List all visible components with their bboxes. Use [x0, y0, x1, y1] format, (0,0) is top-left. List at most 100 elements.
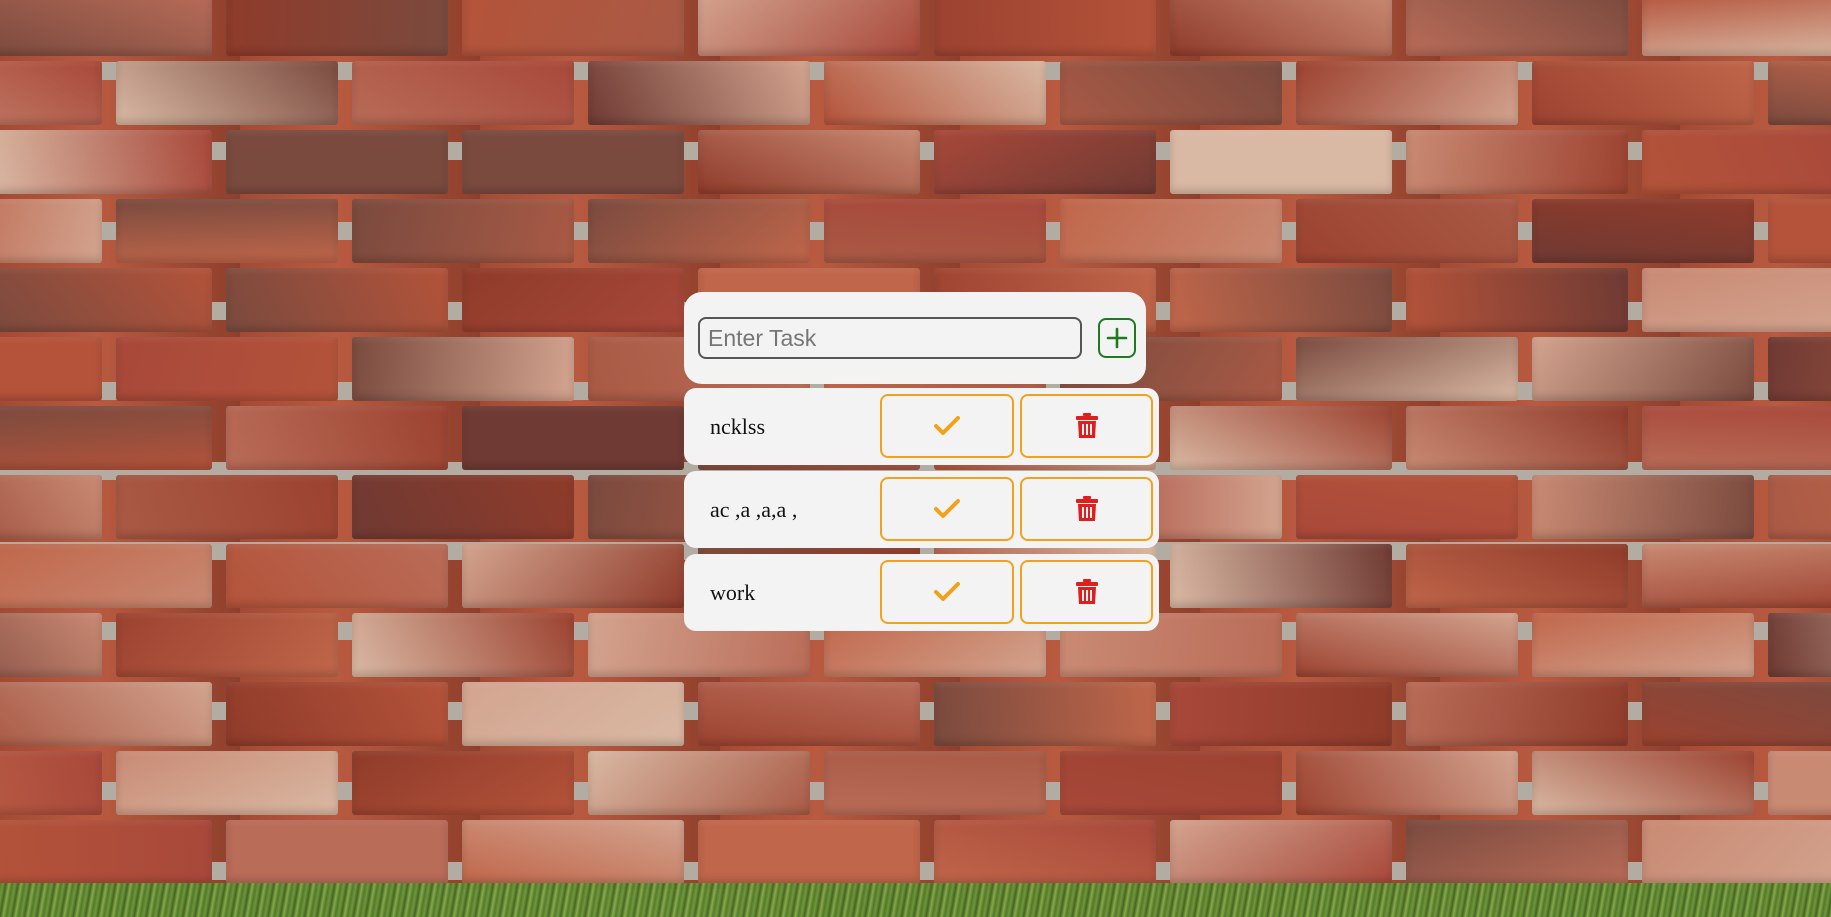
brick-row	[0, 0, 1831, 56]
brick	[1406, 544, 1628, 608]
brick	[698, 682, 920, 746]
brick	[1768, 475, 1831, 539]
brick-row	[0, 820, 1831, 884]
todo-app: ncklss ac ,a ,a,a ,	[684, 292, 1159, 631]
check-icon	[933, 415, 961, 437]
brick	[226, 820, 448, 884]
check-icon	[933, 581, 961, 603]
add-task-button[interactable]	[1098, 318, 1136, 358]
brick	[0, 751, 102, 815]
brick-row	[0, 61, 1831, 125]
brick	[0, 199, 102, 263]
brick	[1170, 406, 1392, 470]
brick	[1296, 751, 1518, 815]
task-item: ncklss	[684, 388, 1159, 465]
brick	[1060, 751, 1282, 815]
brick	[1406, 820, 1628, 884]
trash-icon	[1075, 579, 1098, 605]
task-item: work	[684, 554, 1159, 631]
task-text: ncklss	[710, 414, 765, 439]
complete-task-button[interactable]	[880, 394, 1014, 458]
brick-row	[0, 199, 1831, 263]
brick	[1532, 751, 1754, 815]
check-icon	[933, 498, 961, 520]
brick	[1768, 751, 1831, 815]
brick	[226, 268, 448, 332]
brick	[1296, 613, 1518, 677]
brick	[1406, 268, 1628, 332]
plus-icon	[1106, 327, 1128, 349]
brick	[698, 130, 920, 194]
brick	[462, 268, 684, 332]
brick	[824, 61, 1046, 125]
brick	[824, 751, 1046, 815]
brick	[1768, 61, 1831, 125]
brick	[1296, 61, 1518, 125]
brick	[352, 475, 574, 539]
brick	[0, 0, 212, 56]
task-text: ac ,a ,a,a ,	[710, 497, 798, 522]
brick	[1060, 61, 1282, 125]
brick	[116, 751, 338, 815]
brick	[0, 61, 102, 125]
trash-icon	[1075, 496, 1098, 522]
brick	[1532, 475, 1754, 539]
brick	[588, 199, 810, 263]
brick	[698, 820, 920, 884]
complete-task-button[interactable]	[880, 560, 1014, 624]
brick	[0, 475, 102, 539]
brick	[226, 544, 448, 608]
brick	[116, 337, 338, 401]
brick	[1532, 613, 1754, 677]
brick-row	[0, 682, 1831, 746]
brick	[352, 613, 574, 677]
brick	[1642, 820, 1831, 884]
brick	[1406, 130, 1628, 194]
brick	[1170, 130, 1392, 194]
brick	[588, 61, 810, 125]
brick	[0, 337, 102, 401]
delete-task-button[interactable]	[1020, 394, 1153, 458]
brick	[1532, 61, 1754, 125]
brick	[1296, 199, 1518, 263]
brick	[1532, 337, 1754, 401]
brick	[0, 544, 212, 608]
brick	[934, 682, 1156, 746]
brick	[226, 0, 448, 56]
brick	[0, 682, 212, 746]
brick	[1406, 0, 1628, 56]
brick	[352, 199, 574, 263]
brick	[1296, 337, 1518, 401]
brick	[824, 199, 1046, 263]
brick	[934, 130, 1156, 194]
brick	[0, 130, 212, 194]
complete-task-button[interactable]	[880, 477, 1014, 541]
trash-icon	[1075, 413, 1098, 439]
brick	[116, 613, 338, 677]
brick	[462, 406, 684, 470]
brick	[352, 61, 574, 125]
brick	[116, 61, 338, 125]
brick	[1060, 199, 1282, 263]
brick	[1642, 130, 1831, 194]
delete-task-button[interactable]	[1020, 560, 1153, 624]
task-input[interactable]	[698, 317, 1082, 359]
brick	[462, 682, 684, 746]
brick	[1642, 0, 1831, 56]
brick	[934, 0, 1156, 56]
brick	[462, 0, 684, 56]
delete-task-button[interactable]	[1020, 477, 1153, 541]
brick	[1768, 613, 1831, 677]
brick	[462, 544, 684, 608]
task-item: ac ,a ,a,a ,	[684, 471, 1159, 548]
brick	[0, 268, 212, 332]
brick	[226, 682, 448, 746]
brick	[1170, 0, 1392, 56]
brick	[1170, 820, 1392, 884]
brick	[1642, 268, 1831, 332]
brick	[0, 820, 212, 884]
brick	[116, 199, 338, 263]
brick	[934, 820, 1156, 884]
brick	[116, 475, 338, 539]
brick	[588, 751, 810, 815]
